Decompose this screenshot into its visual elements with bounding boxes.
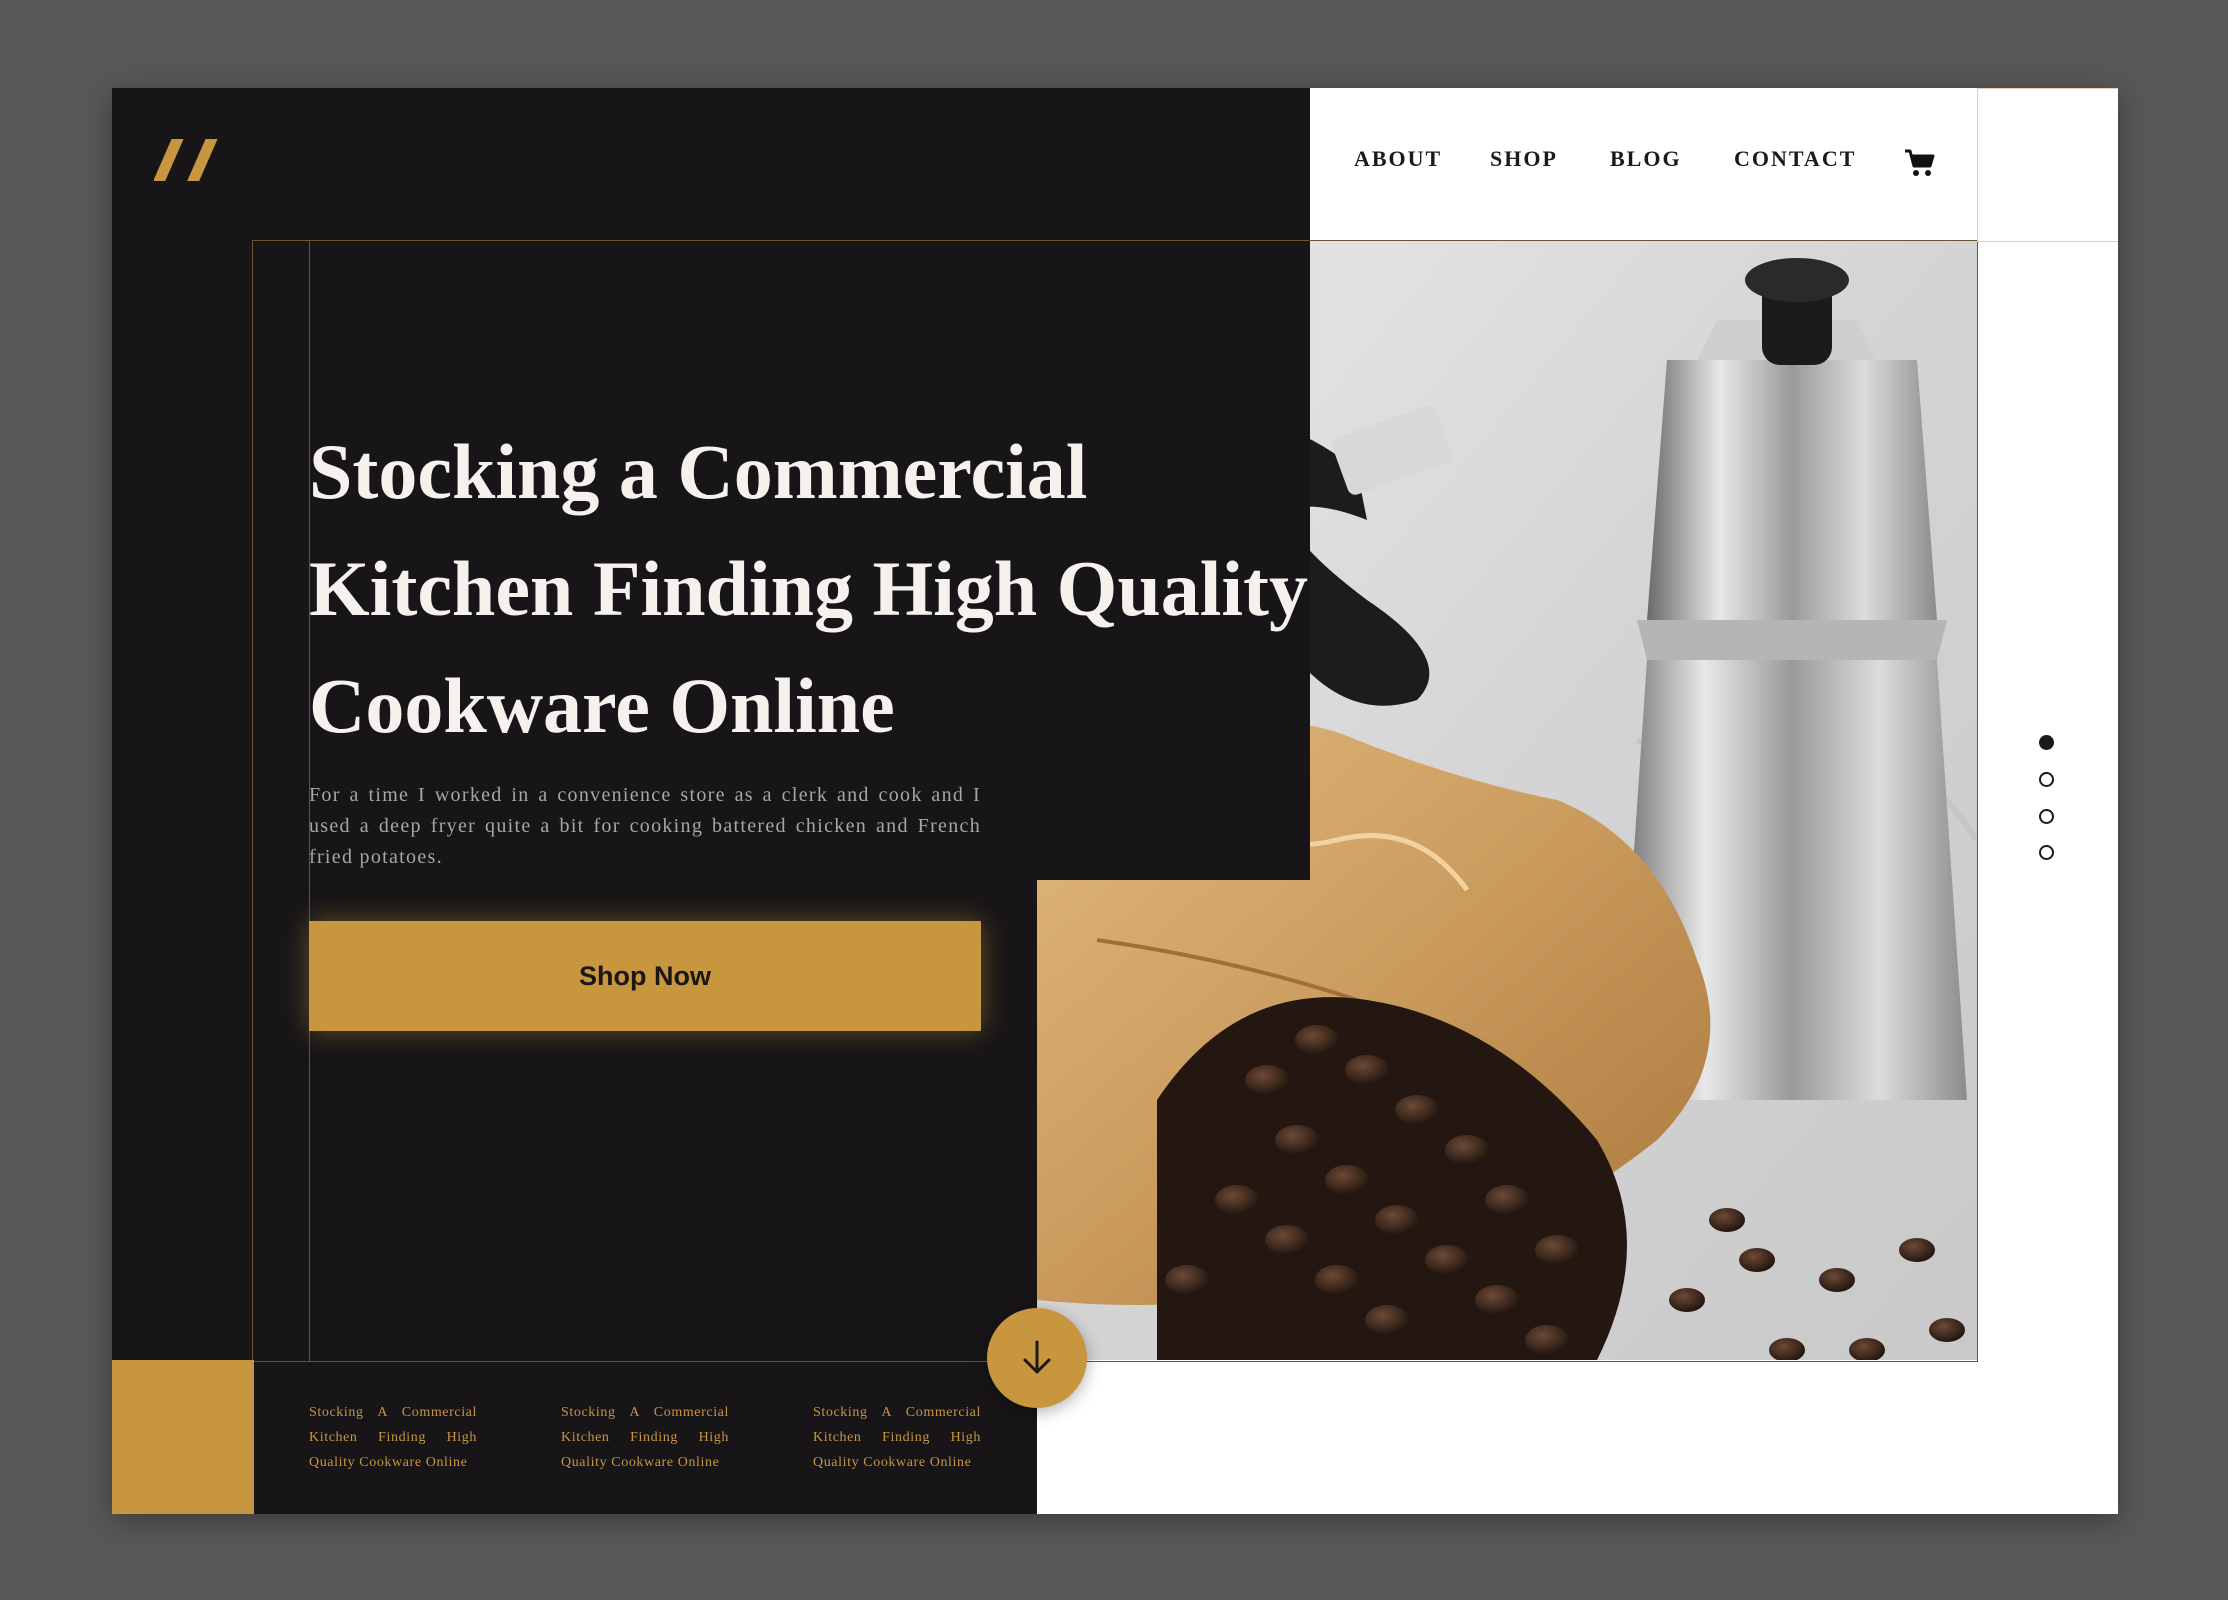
shopping-cart-icon[interactable]	[1904, 148, 1936, 178]
slider-dot-4[interactable]	[2039, 845, 2054, 860]
slider-dot-1[interactable]	[2039, 735, 2054, 750]
arrow-down-icon	[1023, 1340, 1051, 1374]
gold-accent-block	[112, 1360, 254, 1514]
landing-page: ABOUT SHOP BLOG CONTACT Stocking a Comme…	[112, 88, 2118, 1514]
nav-item-contact[interactable]: CONTACT	[1734, 146, 1856, 172]
footer-article-link-1[interactable]: Stocking A Commercial Kitchen Finding Hi…	[309, 1400, 477, 1475]
double-slash-logo[interactable]	[154, 135, 230, 185]
nav-item-blog[interactable]: BLOG	[1610, 146, 1682, 172]
footer-article-link-2[interactable]: Stocking A Commercial Kitchen Finding Hi…	[561, 1400, 729, 1475]
hero-description: For a time I worked in a convenience sto…	[309, 784, 981, 868]
shop-now-button[interactable]: Shop Now	[309, 921, 981, 1031]
slider-dot-3[interactable]	[2039, 809, 2054, 824]
top-navigation: ABOUT SHOP BLOG CONTACT	[1310, 88, 1977, 240]
nav-item-about[interactable]: ABOUT	[1354, 146, 1442, 172]
scroll-down-button[interactable]	[987, 1308, 1087, 1408]
hero-title: Stocking a Commercial Kitchen Finding Hi…	[309, 428, 1309, 749]
header-right-strip	[1977, 88, 2118, 240]
footer-article-link-3[interactable]: Stocking A Commercial Kitchen Finding Hi…	[813, 1400, 981, 1475]
nav-item-shop[interactable]: SHOP	[1490, 146, 1558, 172]
slider-dot-2[interactable]	[2039, 772, 2054, 787]
